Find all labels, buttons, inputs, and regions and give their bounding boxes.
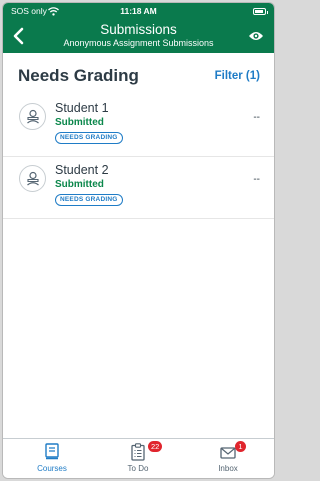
tab-label: Courses: [37, 464, 67, 473]
tab-label: To Do: [127, 464, 149, 473]
grade-value: --: [253, 112, 260, 123]
battery-icon: [253, 8, 268, 15]
status-bar: SOS only 11:18 AM: [3, 3, 274, 20]
grade-value: --: [253, 174, 260, 185]
needs-grading-badge: NEEDS GRADING: [55, 194, 123, 206]
eye-icon[interactable]: [248, 30, 264, 42]
section-title: Needs Grading: [18, 66, 139, 85]
tab-inbox[interactable]: 1 Inbox: [183, 439, 273, 478]
nav-subtitle: Anonymous Assignment Submissions: [63, 38, 214, 48]
student-name: Student 2: [55, 163, 109, 177]
list-header: Needs Grading Filter (1): [3, 53, 274, 95]
clipboard-icon: [131, 443, 145, 461]
student-name: Student 1: [55, 101, 109, 115]
user-icon: [27, 109, 39, 124]
avatar: [19, 165, 46, 192]
tab-bar: Courses 22 To Do 1 Inbox: [3, 438, 274, 478]
nav-titles: Submissions Anonymous Assignment Submiss…: [43, 22, 234, 49]
envelope-icon: [220, 447, 236, 459]
phone-screen: SOS only 11:18 AM Submissions Anonymous …: [2, 2, 275, 479]
inbox-count-badge: 1: [235, 441, 246, 452]
tab-label: Inbox: [218, 464, 238, 473]
student-row[interactable]: Student 2 Submitted NEEDS GRADING --: [3, 157, 274, 219]
book-icon: [45, 443, 59, 460]
tab-courses[interactable]: Courses: [7, 439, 97, 478]
tab-todo[interactable]: 22 To Do: [93, 439, 183, 478]
submission-status: Submitted: [55, 117, 104, 128]
submission-list: Student 1 Submitted NEEDS GRADING -- Stu…: [3, 95, 274, 219]
submission-status: Submitted: [55, 179, 104, 190]
navigation-bar: Submissions Anonymous Assignment Submiss…: [3, 20, 274, 53]
todo-count-badge: 22: [148, 441, 163, 452]
nav-title: Submissions: [100, 22, 177, 37]
student-row[interactable]: Student 1 Submitted NEEDS GRADING --: [3, 95, 274, 157]
back-arrow-icon[interactable]: [11, 26, 27, 46]
avatar: [19, 103, 46, 130]
clock: 11:18 AM: [120, 6, 157, 16]
user-icon: [27, 171, 39, 186]
needs-grading-badge: NEEDS GRADING: [55, 132, 123, 144]
filter-button[interactable]: Filter (1): [215, 70, 260, 82]
